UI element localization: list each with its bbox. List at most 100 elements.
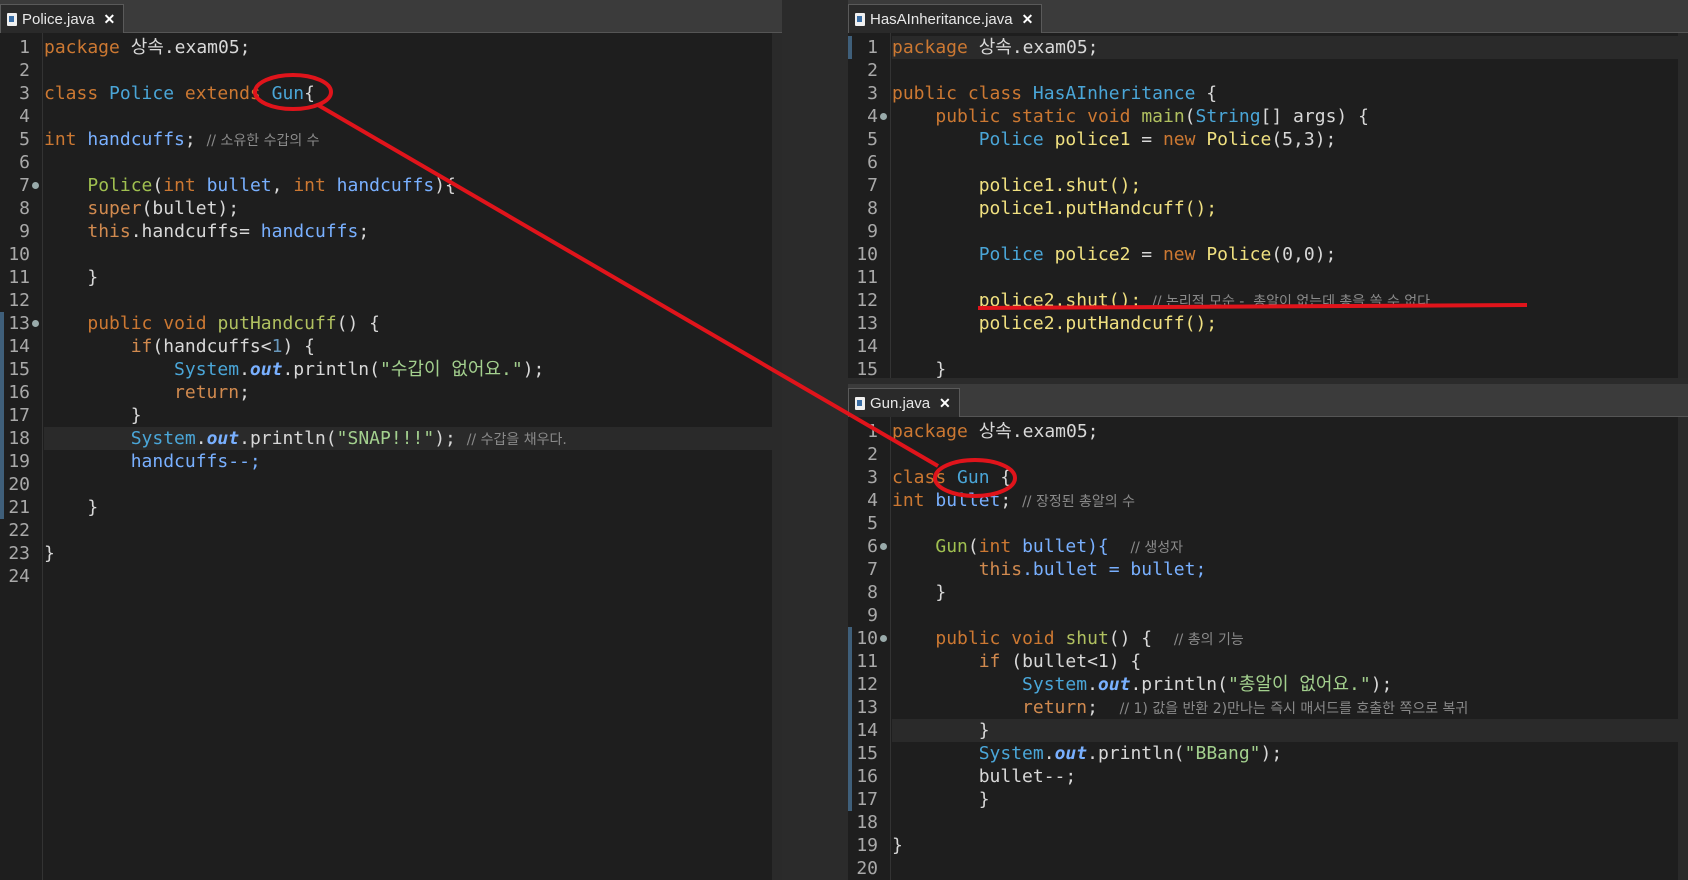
code-token: . <box>239 359 250 380</box>
fold-icon <box>880 635 887 642</box>
line-number: 9 <box>867 605 878 626</box>
tab-gun-java[interactable]: Gun.java ✕ <box>848 388 960 417</box>
code-token: shut <box>1065 628 1109 649</box>
line-number: 19 <box>8 451 30 472</box>
code-token: handcuffs <box>336 175 435 196</box>
code-token: out <box>1054 743 1088 764</box>
code-line: 15 } <box>856 358 1688 378</box>
code-line: 10 Police police2 = new Police(0,0); <box>856 243 1688 266</box>
code-token: ; <box>358 221 370 242</box>
code-line: 2 <box>867 443 1688 466</box>
line-number: 20 <box>8 474 30 495</box>
gun-editor-pane: Gun.java ✕ 1 package 상속.exam05; 2 3 class … <box>848 384 1688 880</box>
code-line: 23} <box>8 542 782 565</box>
code-line: 4 <box>19 105 782 128</box>
code-token: ( <box>325 428 337 449</box>
code-token: bullet--; <box>978 766 1077 787</box>
line-number: 4 <box>19 106 30 127</box>
close-icon[interactable]: ✕ <box>104 11 116 28</box>
code-line: 2 <box>867 59 1688 82</box>
code-token: this <box>87 221 131 242</box>
police-code-editor[interactable]: 1 package 상속.exam05; 2 3 class Police exte… <box>0 33 782 880</box>
code-line: 17 } <box>0 404 782 427</box>
line-number: 18 <box>856 812 878 833</box>
code-token: ( <box>152 175 164 196</box>
code-line-current: 14 } <box>848 719 1688 742</box>
fold-icon <box>880 543 887 550</box>
line-number: 23 <box>8 543 30 564</box>
code-line: 19 handcuffs--; <box>0 450 782 473</box>
code-token: } <box>130 405 142 426</box>
code-token: (5,3); <box>1271 129 1337 150</box>
has-code-editor[interactable]: 1 package 상속.exam05; 2 3 public class HasA… <box>848 33 1688 378</box>
code-token: } <box>44 543 55 564</box>
code-token: 1 <box>271 336 283 357</box>
code-token: HasAInheritance <box>1032 83 1196 104</box>
line-number: 14 <box>856 336 878 357</box>
line-number: 16 <box>8 382 30 403</box>
line-number: 4 <box>867 490 878 511</box>
close-icon[interactable]: ✕ <box>1022 11 1034 28</box>
code-token: . <box>282 359 294 380</box>
code-token: . <box>239 428 250 449</box>
code-token: String <box>1195 106 1261 127</box>
fold-icon <box>32 182 39 189</box>
code-line: 13 police2.putHandcuff(); <box>856 312 1688 335</box>
code-token: = <box>1130 129 1163 150</box>
code-line: 1 package 상속.exam05; <box>19 36 782 59</box>
code-line: 2 <box>19 59 782 82</box>
code-comment: // 1) 값을 반환 2)만나는 즉시 매서드를 호출한 쪽으로 복귀 <box>1119 701 1469 717</box>
code-token: ( <box>369 359 380 380</box>
code-line: 5 Police police1 = new Police(5,3); <box>867 128 1688 151</box>
code-token: (0,0); <box>1271 244 1337 265</box>
line-number: 8 <box>867 582 878 603</box>
code-token: out <box>249 359 283 380</box>
fold-icon <box>32 320 39 327</box>
code-token: class <box>892 467 947 488</box>
tab-police-java[interactable]: Police.java ✕ <box>0 4 125 33</box>
has-tab-bar: HasAInheritance.java ✕ <box>848 0 1688 33</box>
line-number: 3 <box>19 83 30 104</box>
code-token: println <box>249 428 326 449</box>
code-line: 4 int bullet; // 장정된 총알의 수 <box>867 489 1688 512</box>
code-token: () { <box>336 313 381 334</box>
code-token: return <box>174 382 240 403</box>
code-line: 10 <box>8 243 782 266</box>
close-icon[interactable]: ✕ <box>939 395 951 412</box>
code-token: new <box>1162 244 1196 265</box>
code-token: ){ <box>434 175 456 196</box>
code-token: .handcuffs= <box>130 221 261 242</box>
tab-label: Police.java <box>22 10 95 28</box>
code-line-current: 1 package 상속.exam05; <box>848 36 1688 59</box>
line-number: 9 <box>867 221 878 242</box>
line-number: 3 <box>867 83 878 104</box>
line-number: 11 <box>8 267 30 288</box>
tab-hasainheritance-java[interactable]: HasAInheritance.java ✕ <box>848 4 1043 33</box>
code-token: static <box>1011 106 1077 127</box>
code-token: Police <box>978 129 1044 150</box>
line-number: 15 <box>8 359 30 380</box>
code-line: 6 <box>19 151 782 174</box>
code-token: handcuffs <box>260 221 359 242</box>
code-token: (bullet<1) { <box>1000 651 1142 672</box>
line-number: 2 <box>19 60 30 81</box>
code-line: 7 police1.shut(); <box>867 174 1688 197</box>
code-token: out <box>206 428 240 449</box>
code-line: 3 class Police extends Gun{ <box>19 82 782 105</box>
code-token: police1.putHandcuff(); <box>978 198 1218 219</box>
code-token: . <box>1043 743 1055 764</box>
code-line: 20 <box>856 857 1688 880</box>
code-comment: // 장정된 총알의 수 <box>1022 494 1136 510</box>
code-token: int <box>978 536 1012 557</box>
string-literal: "BBang" <box>1184 743 1261 764</box>
code-comment: // 논리적 모순 - 총알이 없는데 총을 쏠 수 없다. <box>1152 294 1435 310</box>
code-line: 14 if(handcuffs<1) { <box>0 335 782 358</box>
code-line: 16 return; <box>0 381 782 404</box>
gun-code-editor[interactable]: 1 package 상속.exam05; 2 3 class Gun { 4 int … <box>848 417 1688 880</box>
line-number: 5 <box>19 129 30 150</box>
code-line: 17 } <box>848 788 1688 811</box>
code-token: ; <box>1087 697 1098 718</box>
code-token: int <box>44 129 77 150</box>
line-number: 7 <box>19 175 30 196</box>
code-token: package <box>44 37 120 58</box>
